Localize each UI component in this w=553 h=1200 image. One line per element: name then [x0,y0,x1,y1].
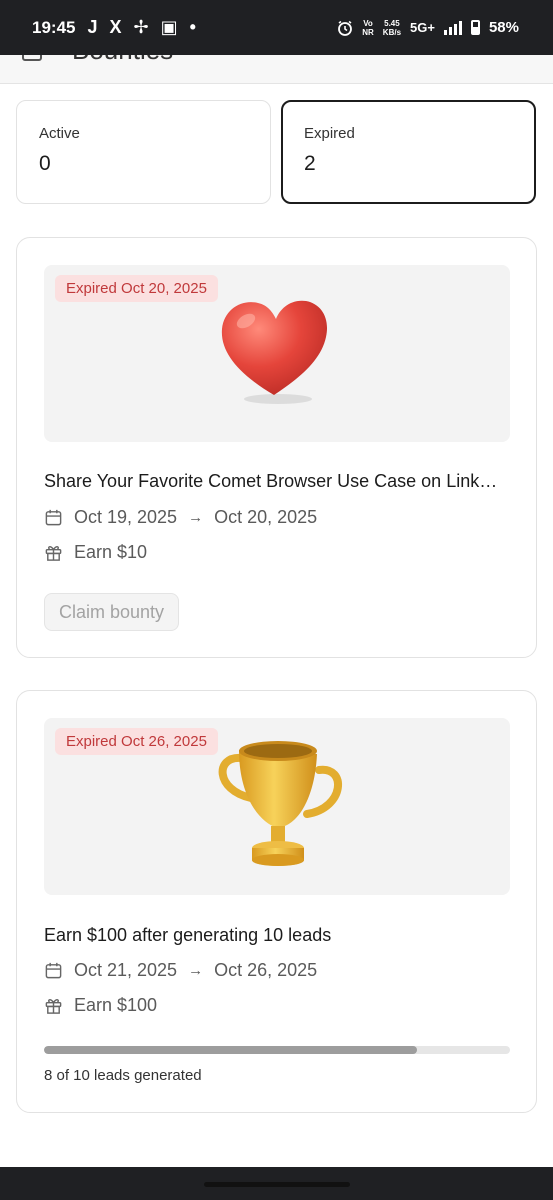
reward-row: Earn $100 [44,995,157,1016]
arrow-icon: → [188,509,204,526]
claim-bounty-button[interactable]: Claim bounty [44,593,180,631]
progress-label: 8 of 10 leads generated [44,1067,202,1084]
heart-icon [221,300,328,404]
home-gesture-handle[interactable] [204,1182,350,1187]
page-title: Bounties [72,55,173,66]
active-label: Active [39,125,80,142]
reward-amount: Earn $10 [74,542,148,562]
bounty-title: Earn $100 after generating 10 leads [44,925,332,945]
calendar-icon [45,962,62,979]
battery-percent: 58% [488,19,519,36]
bounty-card[interactable]: Expired Oct 20, 2025 Share Your Favorite… [16,237,537,658]
battery-icon [470,20,480,35]
active-filter-card[interactable]: Active 0 [16,100,271,204]
gift-icon [45,999,62,1014]
expired-badge: Expired Oct 20, 2025 [55,275,218,302]
trophy-icon [218,741,342,866]
status-bar: 19:45 J X ✢ ▣ • Vo NR 5.45 KB/s 5G+ 58% [0,0,553,55]
bounty-image: Expired Oct 20, 2025 [44,265,510,442]
signal-icon [443,20,462,35]
expired-count: 2 [304,152,316,175]
clock: 19:45 [32,17,76,37]
notification-dot-icon: • [189,17,196,37]
end-date: Oct 26, 2025 [214,960,318,980]
date-range: Oct 19, 2025 → Oct 20, 2025 [44,507,317,528]
volte-indicator: Vo NR [362,18,374,37]
date-range: Oct 21, 2025 → Oct 26, 2025 [44,960,317,981]
j-app-icon: J [87,17,98,37]
bounty-card[interactable]: Expired Oct 26, 2025 Earn $100 after gen… [16,690,537,1113]
leads-progress-bar [44,1046,510,1054]
bounty-image: Expired Oct 26, 2025 [44,718,510,895]
gift-icon [45,546,62,561]
end-date: Oct 20, 2025 [214,507,318,527]
progress-fill [44,1046,417,1054]
active-count: 0 [39,152,51,175]
bounty-title: Share Your Favorite Comet Browser Use Ca… [44,471,498,491]
reward-row: Earn $10 [44,542,147,563]
navigation-bar [0,1167,553,1200]
x-app-icon: X [109,17,122,37]
pinwheel-app-icon: ✢ [133,17,149,37]
network-speed: 5.45 KB/s [382,18,402,37]
calendar-icon [45,509,62,526]
app-header: Bounties [0,55,553,84]
expired-filter-card[interactable]: Expired 2 [281,100,536,204]
reward-amount: Earn $100 [74,995,158,1015]
expired-badge: Expired Oct 26, 2025 [55,728,218,755]
sidebar-toggle-icon[interactable] [22,55,42,61]
start-date: Oct 19, 2025 [74,507,178,527]
alarm-icon [338,20,353,36]
network-type: 5G+ [410,20,435,35]
expired-label: Expired [304,125,355,142]
start-date: Oct 21, 2025 [74,960,178,980]
arrow-icon: → [188,962,204,979]
profile-app-icon: ▣ [160,17,178,37]
